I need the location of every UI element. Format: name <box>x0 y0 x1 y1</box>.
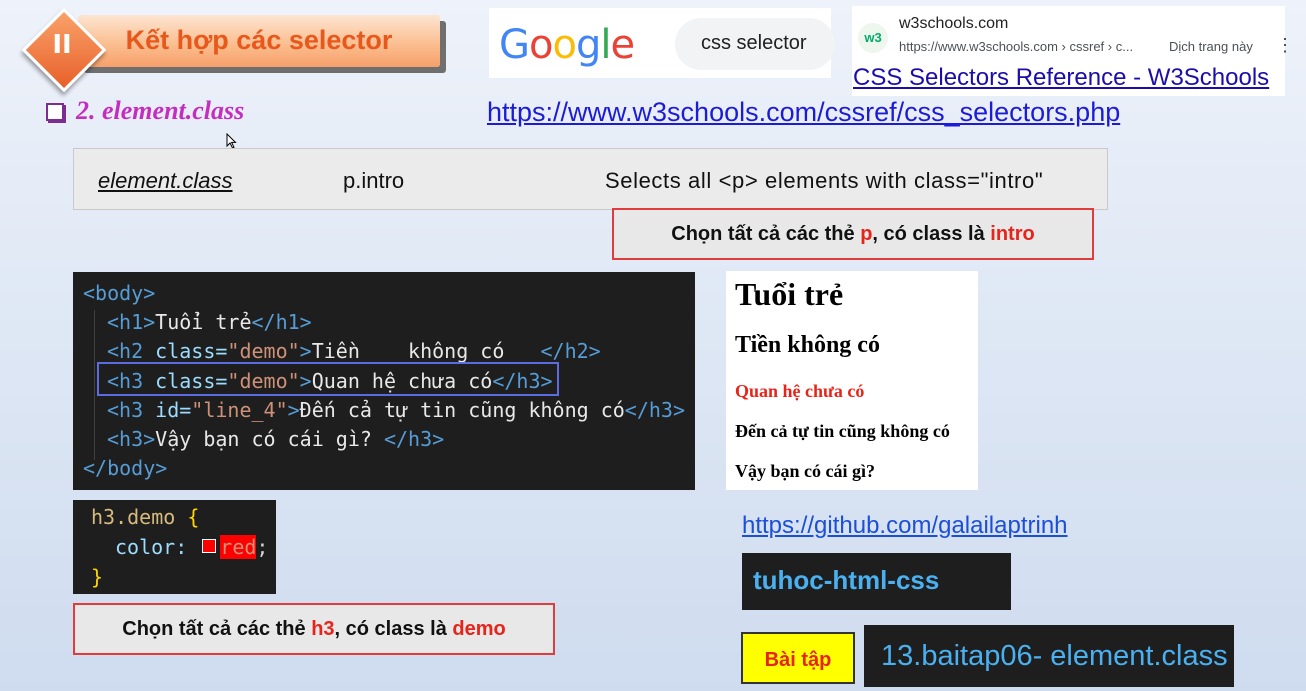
browser-preview: Tuổi trẻ Tiền không có Quan hệ chưa có Đ… <box>726 271 978 490</box>
code-line: <h3 id="line_4">Đến cả tự tin cũng không… <box>107 398 685 422</box>
highlight-box <box>97 362 559 396</box>
mouse-cursor-icon <box>226 133 237 149</box>
w3schools-favicon-icon: w3 <box>858 23 888 53</box>
result-title-link[interactable]: CSS Selectors Reference - W3Schools <box>853 64 1269 92</box>
css-code-editor: h3.demo { color: red; } <box>73 500 276 594</box>
preview-h1: Tuổi trẻ <box>735 276 844 312</box>
note-select-h3-demo: Chọn tất cả các thẻ h3, có class là demo <box>73 603 555 655</box>
github-link[interactable]: https://github.com/galailaptrinh <box>742 512 1068 540</box>
reference-link[interactable]: https://www.w3schools.com/cssref/css_sel… <box>487 97 1120 128</box>
code-line: </body> <box>83 456 168 480</box>
google-search-card: Google css selector <box>489 8 835 78</box>
banner-number: II <box>52 30 72 60</box>
more-options-icon[interactable]: ⋮ <box>1276 35 1294 56</box>
code-line: <body> <box>83 281 156 305</box>
section-title: 2. element.class <box>76 96 245 125</box>
preview-h3-last: Vậy bạn có cái gì? <box>735 461 876 481</box>
ref-example: p.intro <box>343 168 405 193</box>
title-banner: Kết hợp các selector <box>78 15 440 67</box>
preview-h2: Tiền không có <box>735 332 880 358</box>
note-select-p-intro: Chọn tất cả các thẻ p, có class là intro <box>612 208 1094 260</box>
exercise-button[interactable]: Bài tập <box>741 632 855 684</box>
color-swatch-icon <box>202 539 217 553</box>
exercise-name-box: 13.baitap06- element.class <box>864 625 1234 687</box>
code-line: <h3>Vậy bạn có cái gì? </h3> <box>107 427 445 451</box>
search-result-w3schools: w3 w3schools.com https://www.w3schools.c… <box>852 6 1294 96</box>
translate-page-link[interactable]: Dịch trang này <box>1169 39 1253 54</box>
banner-title: Kết hợp các selector <box>125 25 393 55</box>
search-input[interactable]: css selector <box>675 18 835 70</box>
preview-h3-demo: Quan hệ chưa có <box>735 381 865 401</box>
banner-number-badge: II <box>21 7 107 93</box>
google-logo: Google <box>499 22 635 68</box>
code-line: <h1>Tuổi trẻ</h1> <box>107 310 312 334</box>
selector-reference-row: element.class p.intro Selects all <p> el… <box>73 148 1108 210</box>
result-url: https://www.w3schools.com › cssref › c..… <box>899 39 1134 54</box>
html-code-editor: <body> <h1>Tuổi trẻ</h1> <h2 class="demo… <box>73 272 695 490</box>
checkbox-bullet-icon <box>46 103 64 121</box>
ref-description: Selects all <p> elements with class="int… <box>605 168 1044 193</box>
code-line: <h2 class="demo">Tiền không có </h2> <box>107 339 601 363</box>
search-query: css selector <box>701 32 807 54</box>
preview-h3-line4: Đến cả tự tin cũng không có <box>735 421 950 441</box>
repo-name-box: tuhoc-html-css <box>742 553 1011 610</box>
ref-selector[interactable]: element.class <box>98 168 233 194</box>
result-site-name: w3schools.com <box>899 15 1009 32</box>
